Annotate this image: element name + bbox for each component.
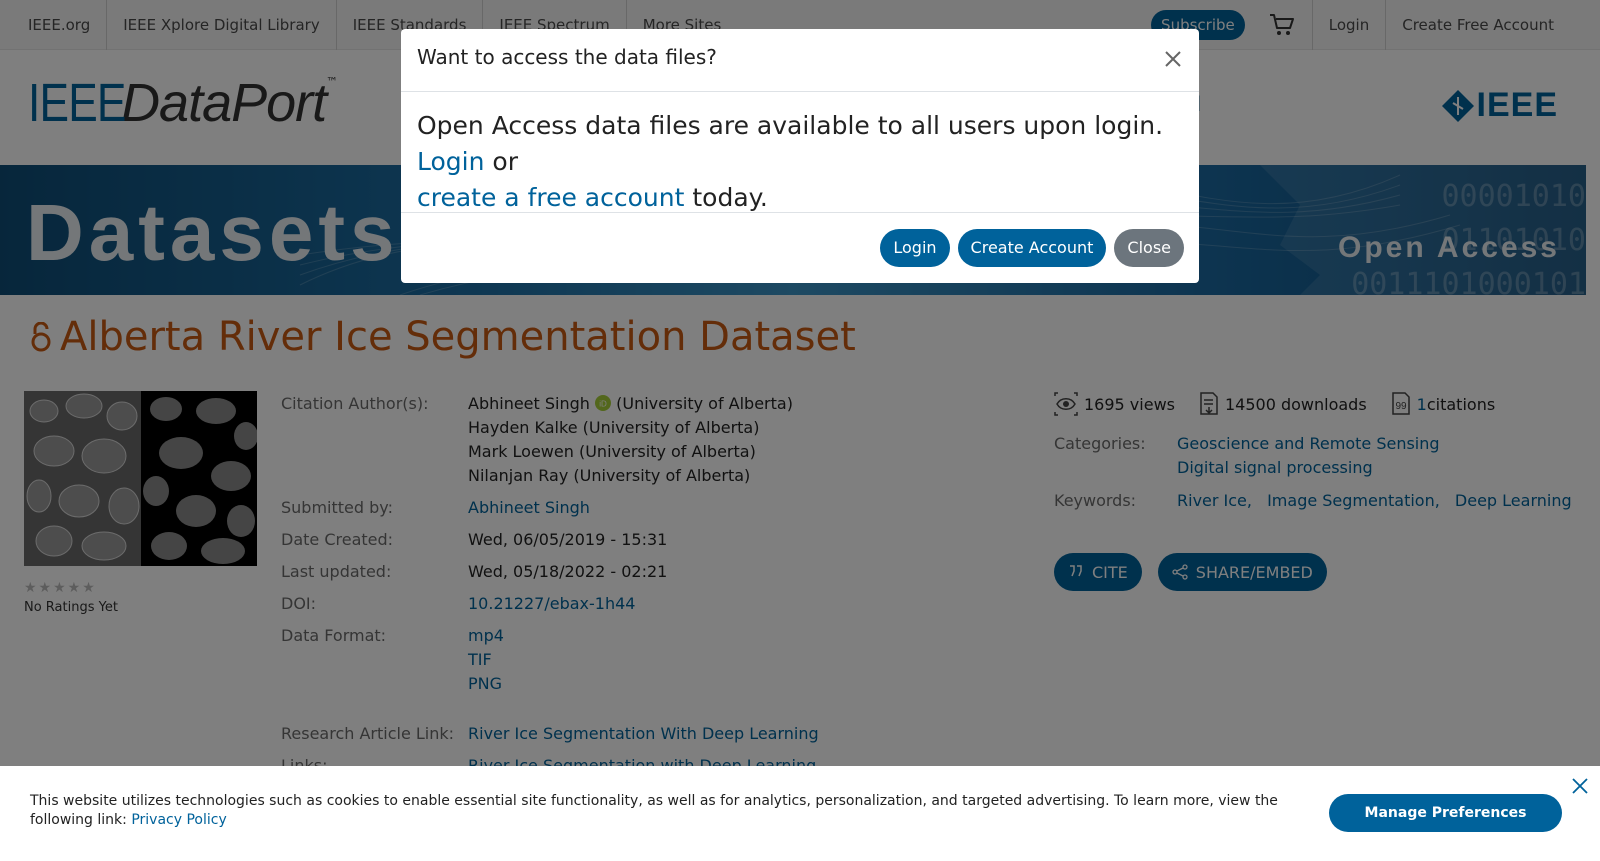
modal-login-button[interactable]: Login (880, 228, 950, 267)
modal-title: Want to access the data files? (417, 45, 717, 69)
manage-preferences-button[interactable]: Manage Preferences (1329, 794, 1562, 832)
modal-footer: Login Create Account Close (401, 213, 1199, 282)
privacy-policy-link[interactable]: Privacy Policy (131, 812, 226, 828)
modal-login-link[interactable]: Login (417, 147, 484, 176)
access-data-modal: Want to access the data files? Open Acce… (401, 29, 1199, 283)
cookie-banner: This website utilizes technologies such … (0, 766, 1600, 861)
close-icon[interactable] (1161, 47, 1185, 71)
modal-create-account-link[interactable]: create a free account (417, 183, 684, 212)
modal-header: Want to access the data files? (401, 29, 1199, 92)
close-icon[interactable] (1571, 777, 1589, 795)
modal-body: Open Access data files are available to … (401, 92, 1199, 213)
cookie-notice-text: This website utilizes technologies such … (30, 793, 1278, 828)
modal-close-button[interactable]: Close (1114, 228, 1184, 267)
modal-create-account-button[interactable]: Create Account (957, 228, 1107, 267)
